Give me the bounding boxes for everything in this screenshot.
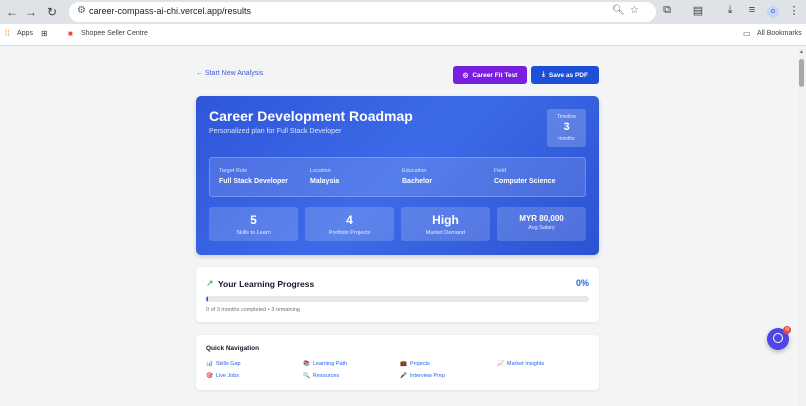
profile-info-panel: Target Role Full Stack Developer Locatio… bbox=[209, 157, 586, 197]
download-icon[interactable]: ⤓ bbox=[723, 4, 737, 17]
target-icon: ◎ bbox=[462, 72, 469, 79]
nav-link-label: Live Jobs bbox=[215, 373, 240, 379]
career-fit-test-label: Career Fit Test bbox=[472, 71, 518, 79]
briefcase-icon: 💼 bbox=[400, 361, 407, 367]
info-value: Computer Science bbox=[494, 178, 556, 185]
zoom-icon[interactable]: 🔍︎ bbox=[612, 5, 625, 16]
search-icon: 🔍 bbox=[303, 373, 310, 379]
timeline-label: Timeline bbox=[557, 114, 576, 120]
url-text: career-compass-ai-chi.vercel.app/results bbox=[89, 6, 252, 16]
chat-notification-badge: N bbox=[783, 326, 791, 334]
page-scrollbar[interactable]: ▲ bbox=[798, 47, 806, 406]
books-icon: 📚 bbox=[303, 361, 310, 367]
scrollbar-thumb[interactable] bbox=[799, 59, 804, 87]
stat-value: MYR 80,000 bbox=[519, 214, 564, 223]
info-field: Field Computer Science bbox=[494, 168, 555, 185]
stat-label: Portfolio Projects bbox=[328, 230, 371, 236]
bookmark-shopee[interactable]: Shopee Seller Centre bbox=[81, 30, 148, 37]
bookmark-apps[interactable]: Apps bbox=[17, 30, 33, 37]
info-education: Education Bachelor bbox=[402, 168, 432, 185]
stat-value: 4 bbox=[346, 213, 353, 227]
info-value: Bachelor bbox=[402, 178, 432, 185]
nav-link-interview-prep[interactable]: 🎤 Interview Prep bbox=[400, 373, 445, 379]
start-new-analysis-link[interactable]: ← Start New Analysis bbox=[196, 70, 263, 77]
target-icon: 🎯 bbox=[206, 373, 213, 379]
chat-launcher-button[interactable]: N bbox=[767, 326, 791, 350]
timeline-unit: months bbox=[558, 136, 575, 142]
page-content: ← Start New Analysis ◎ Career Fit Test ⤓… bbox=[0, 47, 798, 406]
nav-link-label: Market Insights bbox=[506, 361, 545, 367]
stat-label: Market Demand bbox=[425, 230, 466, 236]
address-bar[interactable]: ⚙ career-compass-ai-chi.vercel.app/resul… bbox=[69, 2, 656, 22]
stat-skills-to-learn: 5 Skills to Learn bbox=[209, 207, 298, 241]
scroll-up-icon[interactable]: ▲ bbox=[799, 49, 804, 55]
info-label: Education bbox=[402, 168, 427, 174]
profile-avatar[interactable]: o bbox=[767, 6, 779, 18]
nav-link-projects[interactable]: 💼 Projects bbox=[400, 361, 430, 367]
learning-progress-card: ↗ Your Learning Progress 0% 0 of 3 month… bbox=[196, 267, 599, 322]
nav-link-learning-path[interactable]: 📚 Learning Path bbox=[303, 361, 347, 367]
stat-value: 5 bbox=[250, 213, 257, 227]
chart-icon: 📊 bbox=[206, 361, 213, 367]
nav-link-live-jobs[interactable]: 🎯 Live Jobs bbox=[206, 373, 239, 379]
menu-kebab-icon[interactable]: ⋮ bbox=[787, 4, 801, 17]
reading-list-icon[interactable]: ▤ bbox=[691, 4, 705, 17]
save-as-pdf-button[interactable]: ⤓ Save as PDF bbox=[531, 66, 599, 84]
bookmarks-bar: ⁞⁞ Apps ⊞ ■ Shopee Seller Centre ▭ All B… bbox=[0, 24, 806, 46]
save-as-pdf-label: Save as PDF bbox=[548, 71, 588, 79]
trending-up-icon: ↗ bbox=[206, 278, 214, 288]
extensions-icon[interactable]: ⧉ bbox=[660, 4, 674, 17]
stat-value: High bbox=[432, 213, 459, 227]
progress-caption: 0 of 3 months completed • 3 remaining bbox=[206, 307, 300, 313]
quick-navigation-card: Quick Navigation 📊 Skills Gap 📚 Learning P… bbox=[196, 335, 599, 390]
page-subtitle: Personalized plan for Full Stack Develop… bbox=[209, 128, 342, 135]
progress-bar-fill bbox=[206, 296, 208, 302]
stat-label: Avg Salary bbox=[528, 225, 555, 231]
stat-market-demand: High Market Demand bbox=[401, 207, 490, 241]
info-label: Field bbox=[494, 168, 506, 174]
folder-icon: ▭ bbox=[743, 29, 751, 38]
all-bookmarks[interactable]: All Bookmarks bbox=[757, 30, 802, 37]
progress-percent: 0% bbox=[575, 278, 589, 288]
nav-link-label: Skills Gap bbox=[215, 361, 241, 367]
info-value: Malaysia bbox=[310, 178, 340, 185]
forward-arrow-icon[interactable]: → bbox=[23, 4, 39, 20]
star-icon[interactable]: ☆ bbox=[630, 5, 639, 16]
stat-avg-salary: MYR 80,000 Avg Salary bbox=[497, 207, 586, 241]
media-icon[interactable]: ≡ bbox=[745, 4, 759, 16]
info-value: Full Stack Developer bbox=[219, 178, 288, 185]
tab-groups-icon[interactable]: ⊞ bbox=[41, 29, 48, 38]
nav-link-skills-gap[interactable]: 📊 Skills Gap bbox=[206, 361, 241, 367]
nav-link-label: Resources bbox=[312, 373, 340, 379]
info-location: Location Malaysia bbox=[310, 168, 339, 185]
timeline-value: 3 bbox=[563, 121, 570, 133]
back-arrow-icon[interactable]: ← bbox=[4, 4, 20, 20]
browser-toolbar: ← → ↻ ⚙ career-compass-ai-chi.vercel.app… bbox=[0, 0, 806, 24]
page-title: Career Development Roadmap bbox=[209, 108, 413, 124]
nav-link-market-insights[interactable]: 📈 Market Insights bbox=[497, 361, 544, 367]
nav-link-label: Learning Path bbox=[312, 361, 348, 367]
download-icon: ⤓ bbox=[542, 71, 545, 78]
chat-bubble-icon bbox=[773, 333, 783, 343]
timeline-badge: Timeline 3 months bbox=[547, 109, 586, 147]
site-settings-icon[interactable]: ⚙ bbox=[77, 5, 86, 16]
roadmap-hero-card: Career Development Roadmap Personalized … bbox=[196, 96, 599, 255]
nav-link-label: Interview Prep bbox=[409, 373, 446, 379]
stat-label: Skills to Learn bbox=[236, 230, 271, 236]
quick-navigation-title: Quick Navigation bbox=[206, 345, 260, 352]
info-label: Target Role bbox=[219, 168, 248, 174]
apps-grid-icon[interactable]: ⁞⁞ bbox=[5, 29, 9, 38]
reload-icon[interactable]: ↻ bbox=[44, 4, 60, 20]
progress-bar bbox=[206, 296, 589, 302]
info-label: Location bbox=[310, 168, 331, 174]
stat-portfolio-projects: 4 Portfolio Projects bbox=[305, 207, 394, 241]
nav-link-resources[interactable]: 🔍 Resources bbox=[303, 373, 339, 379]
progress-title: Your Learning Progress bbox=[218, 279, 315, 289]
info-target-role: Target Role Full Stack Developer bbox=[219, 168, 288, 185]
trend-chart-icon: 📈 bbox=[497, 361, 504, 367]
shopee-icon: ■ bbox=[68, 29, 73, 38]
nav-link-label: Projects bbox=[409, 361, 430, 367]
microphone-icon: 🎤 bbox=[400, 373, 407, 379]
career-fit-test-button[interactable]: ◎ Career Fit Test bbox=[453, 66, 527, 84]
